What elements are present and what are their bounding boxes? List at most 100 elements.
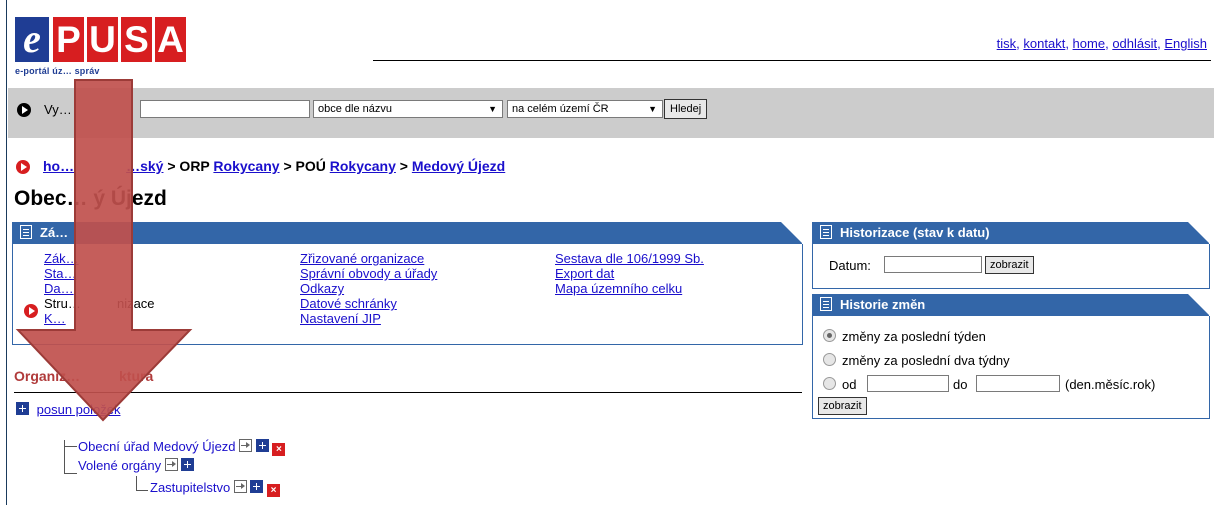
breadcrumb-region[interactable]: …ský xyxy=(126,158,163,174)
main-panel-header: Zá… xyxy=(12,222,803,244)
tree-item-label[interactable]: Volené orgány xyxy=(78,458,161,473)
nav-zakladni[interactable]: Zák… xyxy=(44,251,155,266)
document-icon xyxy=(820,297,832,311)
date-format-hint: (den.měsíc.rok) xyxy=(1065,377,1156,392)
search-input[interactable] xyxy=(140,100,310,118)
nav-kontakty[interactable]: K… xyxy=(44,311,155,326)
nav-mapa[interactable]: Mapa územního celku xyxy=(555,281,704,296)
link-english[interactable]: English xyxy=(1164,36,1207,51)
radio-last-week[interactable] xyxy=(823,329,836,342)
calendar-icon xyxy=(820,225,832,239)
chevron-down-icon: ▼ xyxy=(648,104,657,114)
breadcrumb-pou[interactable]: Rokycany xyxy=(330,158,396,174)
nav-data[interactable]: Da… xyxy=(44,281,155,296)
tree-item-label[interactable]: Zastupitelstvo xyxy=(150,480,230,495)
breadcrumb-orp[interactable]: Rokycany xyxy=(213,158,279,174)
add-icon[interactable] xyxy=(250,480,264,493)
delete-icon[interactable]: × xyxy=(267,484,281,497)
tree-connector xyxy=(64,473,77,474)
org-section-title: Organiz… ktura xyxy=(14,368,153,384)
historie-show-button[interactable]: zobrazit xyxy=(818,397,867,415)
logo-letter-u: U xyxy=(87,17,118,62)
org-divider xyxy=(14,392,802,393)
logo-letter-a: A xyxy=(155,17,186,62)
move-icon[interactable] xyxy=(164,458,178,471)
page-title-text: Obec… ý Újezd xyxy=(14,187,167,210)
link-kontakt[interactable]: kontakt xyxy=(1023,36,1065,51)
tree-connector xyxy=(136,476,137,491)
breadcrumb: ho… …ský > ORP Rokycany > POÚ Rokycany > … xyxy=(43,158,505,174)
search-label: Vy… xyxy=(44,102,72,117)
nav-sestava[interactable]: Sestava dle 106/1999 Sb. xyxy=(555,251,704,266)
nav-struktura-active[interactable]: Stru… nizace xyxy=(44,296,155,311)
document-icon xyxy=(20,225,32,239)
move-icon[interactable] xyxy=(233,480,247,493)
link-odhlasit[interactable]: odhlásit xyxy=(1112,36,1157,51)
search-type-value: obce dle názvu xyxy=(318,103,392,115)
org-section-title-text: Organiz… ktura xyxy=(14,368,154,384)
logo-letter-e: e xyxy=(15,17,49,62)
radio-last-two-weeks[interactable] xyxy=(823,353,836,366)
breadcrumb-sep: > POÚ xyxy=(279,158,330,174)
tree-connector xyxy=(64,446,77,447)
breadcrumb-arrow-icon xyxy=(16,160,30,174)
logo-letter-p: P xyxy=(53,17,84,62)
top-links: tisk, kontakt, home, odhlásit, English xyxy=(996,36,1207,51)
add-icon[interactable] xyxy=(181,458,195,471)
historie-header: Historie změn xyxy=(812,294,1210,316)
historizace-show-button[interactable]: zobrazit xyxy=(985,256,1034,274)
historie-title: Historie změn xyxy=(840,297,926,312)
nav-col-3: Sestava dle 106/1999 Sb. Export dat Mapa… xyxy=(555,251,704,296)
tree-connector xyxy=(136,490,148,491)
main-panel-title: Zá… xyxy=(40,225,69,240)
nav-odkazy[interactable]: Odkazy xyxy=(300,281,437,296)
range-from-input[interactable] xyxy=(867,375,949,392)
nav-zrizovane-organizace[interactable]: Zřizované organizace xyxy=(300,251,437,266)
tree-item-volene-organy: Volené orgány xyxy=(78,458,195,473)
breadcrumb-sep: > xyxy=(395,158,412,174)
range-to-label: do xyxy=(953,377,968,392)
search-scope-select[interactable]: na celém území ČR ▼ xyxy=(507,100,663,118)
active-item-arrow-icon xyxy=(24,304,38,318)
search-type-select[interactable]: obce dle názvu ▼ xyxy=(313,100,503,118)
range-to-input[interactable] xyxy=(976,375,1060,392)
logo-subtitle: e-portál úz… správ xyxy=(15,66,100,76)
nav-col-1: Zák… Sta… Da… Stru… nizace K… xyxy=(44,251,155,326)
nav-datove-schranky[interactable]: Datové schránky xyxy=(300,296,437,311)
date-label: Datum: xyxy=(829,258,871,273)
move-icon[interactable] xyxy=(239,439,253,452)
radio-last-week-label: změny za poslední týden xyxy=(842,329,986,344)
page-frame-border xyxy=(6,0,7,505)
radio-last-two-weeks-label: změny za poslední dva týdny xyxy=(842,353,1010,368)
breadcrumb-current[interactable]: Medový Újezd xyxy=(412,158,505,174)
page-title: Obec… ý Újezd xyxy=(14,187,167,211)
nav-col-2: Zřizované organizace Správní obvody a úř… xyxy=(300,251,437,326)
radio-range[interactable] xyxy=(823,377,836,390)
breadcrumb-sep: > ORP xyxy=(163,158,214,174)
expand-icon[interactable] xyxy=(16,402,29,415)
play-icon xyxy=(17,103,31,117)
header-divider xyxy=(373,60,1211,61)
nav-nastaveni-jip[interactable]: Nastavení JIP xyxy=(300,311,437,326)
move-items-link[interactable]: posun položek xyxy=(37,402,121,417)
chevron-down-icon: ▼ xyxy=(488,104,497,114)
date-input[interactable] xyxy=(884,256,982,273)
add-icon[interactable] xyxy=(255,439,269,452)
tree-item-obecni-urad: Obecní úřad Medový Újezd × xyxy=(78,439,286,456)
breadcrumb-home[interactable]: ho… xyxy=(43,158,74,174)
logo-letter-s: S xyxy=(121,17,152,62)
tree-item-zastupitelstvo: Zastupitelstvo × xyxy=(150,480,281,497)
delete-icon[interactable]: × xyxy=(272,443,286,456)
nav-statistika[interactable]: Sta… xyxy=(44,266,155,281)
search-scope-value: na celém území ČR xyxy=(512,103,609,115)
historizace-title: Historizace (stav k datu) xyxy=(840,225,990,240)
nav-spravni-obvody[interactable]: Správní obvody a úřady xyxy=(300,266,437,281)
search-button[interactable]: Hledej xyxy=(664,99,708,119)
tree-item-label[interactable]: Obecní úřad Medový Újezd xyxy=(78,439,236,454)
nav-export-dat[interactable]: Export dat xyxy=(555,266,704,281)
link-home[interactable]: home xyxy=(1073,36,1106,51)
range-from-label: od xyxy=(842,377,857,392)
move-items-row: posun položek xyxy=(16,402,120,417)
historizace-header: Historizace (stav k datu) xyxy=(812,222,1210,244)
link-tisk[interactable]: tisk xyxy=(997,36,1017,51)
